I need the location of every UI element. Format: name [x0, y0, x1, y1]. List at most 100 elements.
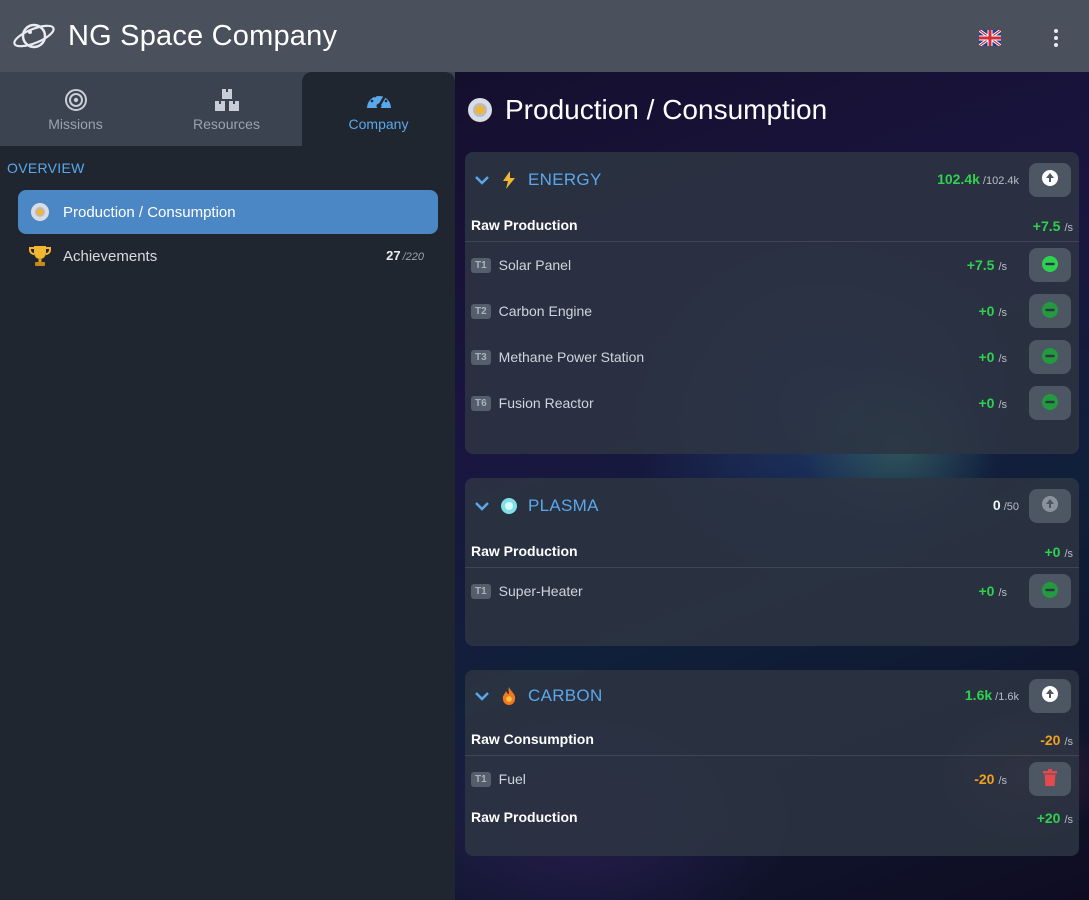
raw-production-label: Raw Production [471, 809, 578, 825]
rate-value: +0 [978, 349, 995, 365]
sidebar-item-production-consumption[interactable]: Production / Consumption [18, 190, 438, 234]
tab-company[interactable]: Company [302, 72, 455, 146]
tab-resources-label: Resources [193, 116, 260, 132]
chevron-down-icon[interactable] [474, 691, 492, 701]
rate-unit: /s [998, 261, 1007, 273]
raw-production-rate: +0/s [1044, 544, 1073, 560]
resource-card-plasma: PLASMA 0/50 Raw Production +0/s T1 Super… [465, 478, 1079, 646]
rate-value: +0 [1044, 544, 1061, 560]
rate-value: +20 [1036, 810, 1061, 826]
speedometer-icon [365, 86, 393, 114]
sidebar-item-achievements[interactable]: Achievements 27/220 [18, 234, 438, 278]
tab-resources[interactable]: Resources [151, 72, 302, 146]
chevron-down-icon[interactable] [474, 175, 492, 185]
remove-consumer-button[interactable] [1029, 762, 1071, 796]
uk-flag-icon[interactable] [978, 28, 1002, 48]
tier-badge: T1 [471, 583, 491, 599]
trophy-icon [28, 244, 52, 268]
producer-rate: +0/s [978, 349, 1007, 365]
arrow-up-icon [1041, 495, 1059, 518]
producer-rate: +0/s [978, 395, 1007, 411]
top-bar: NG Space Company [0, 0, 1089, 72]
resource-card-carbon: CARBON 1.6k/1.6k Raw Consumption -20/s T… [465, 670, 1079, 856]
producer-rate: +7.5/s [967, 257, 1007, 273]
raw-production-label: Raw Production [471, 542, 578, 559]
rate-unit: /s [998, 587, 1007, 599]
upgrade-storage-button[interactable] [1029, 679, 1071, 713]
rate-unit: /s [998, 307, 1007, 319]
more-menu-icon[interactable] [1046, 26, 1066, 50]
resource-name: ENERGY [528, 170, 602, 189]
disable-producer-button[interactable] [1029, 248, 1071, 282]
flame-icon [500, 687, 518, 705]
upgrade-storage-button[interactable] [1029, 489, 1071, 523]
rate-value: +7.5 [1032, 218, 1061, 234]
chevron-down-icon[interactable] [474, 501, 492, 511]
raw-production-rate: +7.5/s [1033, 218, 1073, 234]
producer-row: T1 Solar Panel +7.5/s [465, 242, 1079, 288]
main-panel: Production / Consumption ENERGY 102.4k/1… [455, 72, 1089, 900]
resource-capacity: /102.4k [982, 175, 1019, 187]
rate-value: +7.5 [966, 257, 995, 273]
minus-circle-icon [1041, 255, 1059, 276]
tab-missions[interactable]: Missions [0, 72, 151, 146]
disable-producer-button[interactable] [1029, 386, 1071, 420]
raw-production-row: Raw Production +20/s [465, 802, 1079, 832]
disable-producer-button[interactable] [1029, 574, 1071, 608]
rate-unit: /s [1064, 222, 1073, 234]
gear-icon [28, 200, 52, 224]
gear-icon [465, 95, 495, 125]
raw-production-label: Raw Production [471, 216, 578, 233]
resource-capacity: /50 [1003, 501, 1019, 513]
page-header: Production / Consumption [465, 94, 827, 126]
planet-logo-icon [10, 16, 58, 56]
tab-bar: Missions Resources Company [0, 72, 455, 146]
resource-card-energy: ENERGY 102.4k/102.4k Raw Production +7.5… [465, 152, 1079, 454]
consumer-name: Fuel [498, 771, 526, 787]
disable-producer-button[interactable] [1029, 340, 1071, 374]
resource-name: PLASMA [528, 496, 599, 515]
rate-unit: /s [998, 399, 1007, 411]
raw-production-rate: +20/s [1037, 810, 1073, 826]
minus-circle-icon [1041, 301, 1059, 322]
raw-production-row: Raw Production +7.5/s [465, 208, 1079, 242]
minus-circle-icon [1041, 581, 1059, 602]
tab-company-label: Company [348, 116, 409, 132]
rate-unit: /s [998, 353, 1007, 365]
producer-name: Carbon Engine [498, 303, 593, 319]
raw-consumption-label: Raw Consumption [471, 730, 594, 747]
resource-capacity: /1.6k [995, 691, 1019, 703]
producer-name: Fusion Reactor [498, 395, 594, 411]
lightning-icon [500, 171, 518, 189]
resource-card-header: PLASMA 0/50 [465, 478, 1079, 534]
producer-name: Solar Panel [498, 257, 572, 273]
resource-card-header: CARBON 1.6k/1.6k [465, 670, 1079, 722]
plasma-orb-icon [500, 497, 518, 515]
producer-row: T2 Carbon Engine +0/s [465, 288, 1079, 334]
target-icon [64, 86, 88, 114]
tier-badge: T1 [471, 257, 491, 273]
resource-name: CARBON [528, 686, 603, 705]
rate-value: -20 [1040, 732, 1061, 748]
resource-amount: 0/50 [993, 497, 1019, 513]
rate-value: +0 [978, 395, 995, 411]
resource-amount: 102.4k/102.4k [937, 171, 1019, 187]
rate-unit: /s [1064, 548, 1073, 560]
rate-unit: /s [1064, 736, 1073, 748]
achievements-count-value: 27 [386, 248, 401, 263]
disable-producer-button[interactable] [1029, 294, 1071, 328]
upgrade-storage-button[interactable] [1029, 163, 1071, 197]
producer-rate: +0/s [978, 583, 1007, 599]
minus-circle-icon [1041, 347, 1059, 368]
app-title: NG Space Company [68, 19, 338, 52]
tier-badge: T1 [471, 771, 491, 787]
producer-name: Methane Power Station [498, 349, 645, 365]
rate-value: +0 [978, 303, 995, 319]
producer-rate: +0/s [978, 303, 1007, 319]
achievements-total: /220 [402, 251, 424, 263]
consumer-rate: -20/s [974, 771, 1007, 787]
arrow-up-icon [1041, 169, 1059, 192]
consumer-row: T1 Fuel -20/s [465, 756, 1079, 802]
raw-consumption-row: Raw Consumption -20/s [465, 722, 1079, 756]
tier-badge: T3 [471, 349, 491, 365]
